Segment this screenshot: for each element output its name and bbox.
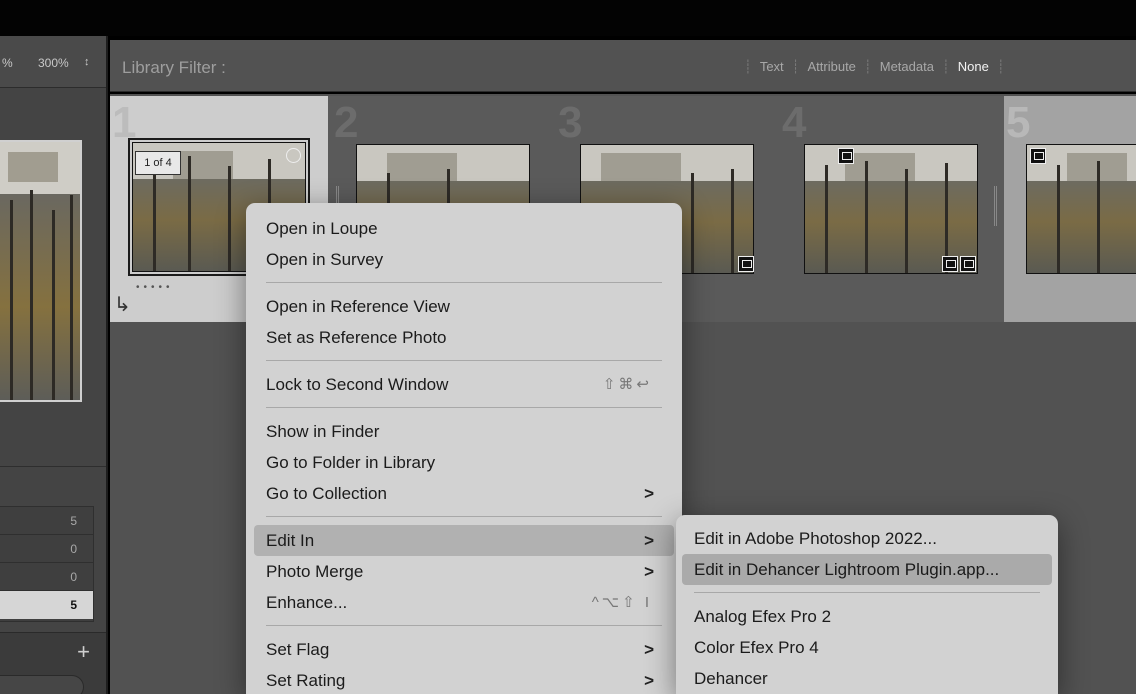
navigator-preview[interactable] <box>0 140 82 402</box>
grid-cell-5[interactable]: 5 <box>1004 96 1136 322</box>
stack-count-badge: 1 of 4 <box>135 151 181 175</box>
menu-separator <box>266 360 662 361</box>
menu-item-label: Color Efex Pro 4 <box>694 638 819 657</box>
menu-item-label: Set Rating <box>266 671 346 690</box>
add-collection-button[interactable]: + <box>77 639 90 665</box>
tab-separator: ┊ <box>744 59 752 74</box>
menu-item-label: Enhance... <box>266 593 348 612</box>
tab-metadata[interactable]: Metadata <box>880 59 934 75</box>
count-row-selected[interactable]: 5 <box>0 591 93 619</box>
sync-icon[interactable] <box>1030 148 1046 164</box>
menu-item-go-to-collection[interactable]: Go to Collection > <box>254 478 674 509</box>
menu-item-set-rating[interactable]: Set Rating > <box>254 665 674 694</box>
edit-in-submenu: Edit in Adobe Photoshop 2022... Edit in … <box>676 515 1058 694</box>
resize-handle[interactable] <box>994 186 997 226</box>
menu-item-edit-in[interactable]: Edit In > <box>254 525 674 556</box>
tab-separator: ┊ <box>941 59 950 74</box>
panel-divider <box>0 466 106 467</box>
submenu-item-dehancer[interactable]: Dehancer <box>682 663 1052 694</box>
count-row[interactable]: 0 <box>0 535 93 563</box>
menu-item-label: Photo Merge <box>266 562 364 581</box>
edit-icon[interactable] <box>960 256 976 272</box>
zoom-partial-label: % <box>2 56 13 70</box>
tab-separator: ┊ <box>863 59 872 74</box>
title-bar <box>0 0 1136 36</box>
submenu-item-color-efex[interactable]: Color Efex Pro 4 <box>682 632 1052 663</box>
submenu-item-analog-efex[interactable]: Analog Efex Pro 2 <box>682 601 1052 632</box>
menu-item-set-as-reference-photo[interactable]: Set as Reference Photo <box>254 322 674 353</box>
submenu-item-dehancer-plugin[interactable]: Edit in Dehancer Lightroom Plugin.app... <box>682 554 1052 585</box>
menu-item-label: Open in Reference View <box>266 297 450 316</box>
library-filter-title: Library Filter : <box>122 58 226 77</box>
quick-collection-icon[interactable] <box>286 148 301 163</box>
menu-separator <box>266 407 662 408</box>
menu-item-open-in-reference-view[interactable]: Open in Reference View <box>254 291 674 322</box>
menu-item-set-flag[interactable]: Set Flag > <box>254 634 674 665</box>
count-row[interactable]: 0 <box>0 563 93 591</box>
rating-dots[interactable]: ••••• <box>136 282 174 293</box>
menu-item-label: Go to Folder in Library <box>266 453 436 472</box>
grid-cell-4[interactable]: 4 <box>780 96 998 322</box>
menu-item-label: Edit In <box>266 531 315 550</box>
cell-number: 2 <box>334 98 359 147</box>
menu-item-photo-merge[interactable]: Photo Merge > <box>254 556 674 587</box>
stack-arrow-icon[interactable]: ↳ <box>114 292 131 317</box>
chevron-right-icon: > <box>644 484 654 503</box>
menu-item-label: Set as Reference Photo <box>266 328 447 347</box>
menu-item-label: Edit in Dehancer Lightroom Plugin.app... <box>694 560 1000 579</box>
left-panel: % 300% ↕ 5 0 0 5 + <box>0 36 108 694</box>
menu-item-label: Show in Finder <box>266 422 380 441</box>
zoom-stepper-icon[interactable]: ↕ <box>84 56 90 68</box>
count-list: 5 0 0 5 <box>0 506 94 622</box>
shortcut-label: ⇧⌘↩ <box>602 376 652 393</box>
menu-separator <box>266 516 662 517</box>
shortcut-label: ^⌥⇧ I <box>591 594 652 611</box>
sync-icon[interactable] <box>838 148 854 164</box>
tab-separator: ┊ <box>791 59 800 74</box>
chevron-right-icon: > <box>644 531 654 550</box>
tab-none[interactable]: None <box>958 59 989 75</box>
menu-item-label: Go to Collection <box>266 484 387 503</box>
tab-text[interactable]: Text <box>760 59 784 75</box>
library-filter-bar: Library Filter : ┊ Text ┊ Attribute ┊ Me… <box>110 40 1136 92</box>
cell-number: 3 <box>558 98 583 147</box>
menu-item-label: Open in Survey <box>266 250 384 269</box>
menu-item-show-in-finder[interactable]: Show in Finder <box>254 416 674 447</box>
count-row[interactable]: 5 <box>0 507 93 535</box>
comment-icon[interactable] <box>738 256 754 272</box>
tab-separator: ┊ <box>996 59 1005 74</box>
context-menu: Open in Loupe Open in Survey Open in Ref… <box>246 203 682 694</box>
chevron-right-icon: > <box>644 640 654 659</box>
cell-number: 4 <box>782 98 807 147</box>
tab-attribute[interactable]: Attribute <box>808 59 856 75</box>
collections-header: + <box>0 632 106 694</box>
filter-tabs: ┊ Text ┊ Attribute ┊ Metadata ┊ None ┊ <box>736 59 1013 75</box>
menu-item-lock-to-second-window[interactable]: Lock to Second Window ⇧⌘↩ <box>254 369 674 400</box>
menu-separator <box>266 282 662 283</box>
menu-item-label: Set Flag <box>266 640 330 659</box>
search-pill[interactable] <box>0 675 84 694</box>
menu-item-enhance[interactable]: Enhance... ^⌥⇧ I <box>254 587 674 618</box>
menu-item-label: Edit in Adobe Photoshop 2022... <box>694 529 937 548</box>
menu-item-label: Analog Efex Pro 2 <box>694 607 832 626</box>
chevron-right-icon: > <box>644 562 654 581</box>
comment-icon[interactable] <box>942 256 958 272</box>
menu-item-label: Lock to Second Window <box>266 375 449 394</box>
zoom-selector[interactable]: % 300% ↕ <box>0 36 106 88</box>
zoom-value[interactable]: 300% <box>38 56 69 70</box>
menu-item-open-in-survey[interactable]: Open in Survey <box>254 244 674 275</box>
menu-item-open-in-loupe[interactable]: Open in Loupe <box>254 213 674 244</box>
submenu-item-photoshop[interactable]: Edit in Adobe Photoshop 2022... <box>682 523 1052 554</box>
menu-separator <box>266 625 662 626</box>
chevron-right-icon: > <box>644 671 654 690</box>
menu-separator <box>694 592 1040 593</box>
menu-item-go-to-folder[interactable]: Go to Folder in Library <box>254 447 674 478</box>
menu-item-label: Open in Loupe <box>266 219 378 238</box>
cell-number: 5 <box>1006 98 1031 147</box>
thumbnail[interactable] <box>804 144 978 274</box>
menu-item-label: Dehancer <box>694 669 768 688</box>
